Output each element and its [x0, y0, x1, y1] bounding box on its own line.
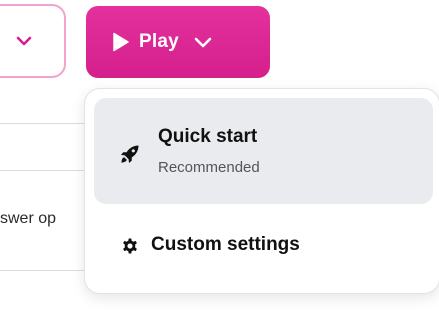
- menu-item-title: Quick start: [158, 126, 258, 147]
- divider: [0, 270, 84, 271]
- chevron-down-icon: [16, 36, 32, 46]
- menu-item-title: Custom settings: [151, 234, 300, 255]
- play-icon: [113, 32, 129, 52]
- menu-item-subtitle: Recommended: [158, 159, 260, 176]
- divider: [0, 123, 84, 124]
- left-dropdown-button[interactable]: [0, 4, 66, 78]
- menu-item-custom-settings[interactable]: Custom settings: [94, 219, 433, 273]
- play-dropdown-menu: Quick start Recommended Custom settings: [84, 88, 439, 294]
- divider: [0, 170, 84, 171]
- stage: Play swer op Quick start Recommended Cus…: [0, 0, 439, 318]
- rocket-icon: [121, 145, 139, 163]
- play-button[interactable]: Play: [86, 6, 270, 78]
- play-button-label: Play: [139, 31, 179, 52]
- menu-item-quick-start[interactable]: Quick start Recommended: [94, 98, 433, 204]
- gear-icon: [123, 238, 137, 254]
- answer-option-text: swer op: [0, 210, 57, 227]
- chevron-down-icon: [194, 37, 212, 47]
